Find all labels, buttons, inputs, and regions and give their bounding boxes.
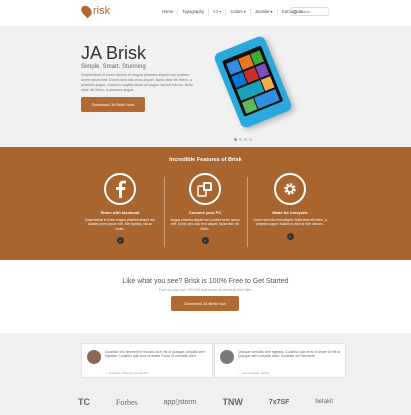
brand-logos: TC Forbes app▯storm TNW 7x7SF betakit xyxy=(78,397,333,407)
nav-item-joomla[interactable]: Joomla! ▾ xyxy=(251,9,278,16)
feature-more-button[interactable]: › xyxy=(286,232,294,240)
slider-dot[interactable] xyxy=(244,138,247,141)
hero-text: Suspendisse in lorem dictum et magna pha… xyxy=(81,73,193,92)
feature-text: Magna pharetra aliquet non sodales lorem… xyxy=(170,218,240,231)
testimonial-card: Curabitur orci hendrerit in rhoncus at e… xyxy=(81,343,213,378)
download-now-button[interactable]: Download JA Brisk Now xyxy=(81,97,145,112)
download-cta-button[interactable]: Download JA Brisk now xyxy=(171,296,239,311)
logo-mark-icon xyxy=(79,3,94,19)
avatar xyxy=(220,350,234,364)
cta-title: Like what you see? Brisk is 100% Free to… xyxy=(122,278,289,285)
feature-text: Suspendisse in lorem magna pharetra aliq… xyxy=(84,218,156,231)
testimonial-author: — Gretchen Sharma, Kessel Pty xyxy=(105,371,149,375)
cta-subtitle: Find out why over 200,000 users love us … xyxy=(158,288,253,292)
search-input[interactable] xyxy=(299,9,329,14)
feature-title: Share with facebook xyxy=(100,210,140,215)
connect-pc-icon[interactable] xyxy=(189,173,221,205)
feature-text: Donec sed odio eros aliquet. Nulla vitae… xyxy=(253,218,327,227)
main-nav: Home Typography K2 ▾ Colors ▾ Joomla! ▾ … xyxy=(158,9,306,16)
brand-7x7sf-logo: 7x7SF xyxy=(268,398,290,406)
logo[interactable]: risk xyxy=(79,3,111,19)
nav-item-home[interactable]: Home xyxy=(158,9,179,16)
testimonial-text: Curabitur orci hendrerit in rhoncus at e… xyxy=(105,350,205,359)
search-box xyxy=(289,7,330,16)
avatar xyxy=(87,350,101,364)
nav-item-k2[interactable]: K2 ▾ xyxy=(209,9,227,16)
logo-text: risk xyxy=(93,5,111,17)
search-icon xyxy=(293,9,297,14)
brand-betakit-logo: betakit xyxy=(315,399,333,405)
feature-title: Connect your PC xyxy=(188,210,222,215)
hero-title: JA Brisk xyxy=(81,43,147,63)
site-header: risk Home Typography K2 ▾ Colors ▾ Jooml… xyxy=(0,0,411,26)
phone-screen xyxy=(221,45,284,117)
nav-item-colors[interactable]: Colors ▾ xyxy=(226,9,251,16)
cta-section: Like what you see? Brisk is 100% Free to… xyxy=(0,260,411,333)
testimonial-card: Quisque convallis sem egestas. Curabitur… xyxy=(214,343,346,378)
gear-icon[interactable] xyxy=(274,173,306,205)
slider-dot[interactable] xyxy=(234,138,237,141)
feature-title: Made for everyone xyxy=(272,210,308,215)
slider-dot[interactable] xyxy=(249,138,252,141)
testimonials-section: Curabitur orci hendrerit in rhoncus at e… xyxy=(0,333,411,415)
nav-item-typography[interactable]: Typography xyxy=(178,9,210,16)
brand-appstorm-logo: app▯storm xyxy=(163,399,197,406)
feature-connect-pc: Connect your PC Magna pharetra aliquet n… xyxy=(164,173,246,244)
feature-everyone: Made for everyone Donec sed odio eros al… xyxy=(249,173,331,240)
brand-forbes-logo: Forbes xyxy=(115,397,138,407)
testimonial-text: Quisque convallis sem egestas. Curabitur… xyxy=(238,350,341,359)
features-title: Incredible Features of Brisk xyxy=(169,157,242,163)
slider-dots xyxy=(234,138,254,141)
hero-slider: JA Brisk Simple. Smart. Stunning Suspend… xyxy=(0,26,411,147)
feature-more-button[interactable]: › xyxy=(116,236,124,244)
features-section: Incredible Features of Brisk Share with … xyxy=(0,147,411,260)
phone-image xyxy=(212,34,294,130)
brand-techcrunch-logo: TC xyxy=(78,397,90,407)
testimonial-author: — Joe Kowalski, Ghilat xyxy=(238,371,269,375)
feature-divider xyxy=(247,177,248,247)
feature-more-button[interactable]: › xyxy=(201,236,209,244)
brand-tnw-logo: TNW xyxy=(222,397,243,407)
feature-facebook: Share with facebook Suspendisse in lorem… xyxy=(79,173,161,244)
slider-dot[interactable] xyxy=(239,138,242,141)
hero-subtitle: Simple. Smart. Stunning xyxy=(81,64,146,70)
facebook-icon[interactable] xyxy=(104,173,136,205)
